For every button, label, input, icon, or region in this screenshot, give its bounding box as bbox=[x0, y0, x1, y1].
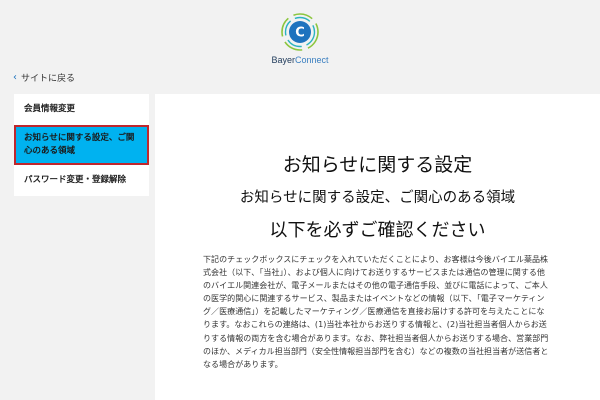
sidebar-item-notification-settings[interactable]: お知らせに関する設定、ご関心のある領域 bbox=[14, 125, 149, 165]
chevron-left-icon: ‹ bbox=[13, 72, 17, 83]
sidebar-item-password-unregister[interactable]: パスワード変更・登録解除 bbox=[14, 165, 149, 196]
settings-sidebar: 会員情報変更 お知らせに関する設定、ご関心のある領域 パスワード変更・登録解除 bbox=[14, 94, 149, 196]
main-content: お知らせに関する設定 お知らせに関する設定、ご関心のある領域 以下を必ずご確認く… bbox=[155, 94, 600, 400]
brand-name-part2: Connect bbox=[294, 55, 329, 65]
consent-body-text: 下記のチェックボックスにチェックを入れていただくことにより、お客様は今後バイエル… bbox=[203, 255, 549, 369]
back-to-site-link[interactable]: ‹ サイトに戻る bbox=[13, 71, 75, 84]
back-link-label: サイトに戻る bbox=[21, 74, 76, 84]
brand-name: BayerConnect bbox=[271, 55, 328, 65]
page-title: お知らせに関する設定 bbox=[282, 154, 473, 176]
page-subtitle: お知らせに関する設定、ご関心のある領域 bbox=[239, 190, 516, 206]
brand-logo[interactable]: C BayerConnect bbox=[0, 12, 600, 65]
sidebar-item-member-info[interactable]: 会員情報変更 bbox=[14, 94, 149, 125]
logo-letter: C bbox=[295, 26, 305, 41]
bayer-connect-logo-icon: C bbox=[281, 13, 319, 51]
notice-heading: 以下を必ずご確認ください bbox=[269, 220, 486, 241]
brand-name-part1: Bayer bbox=[271, 55, 295, 65]
